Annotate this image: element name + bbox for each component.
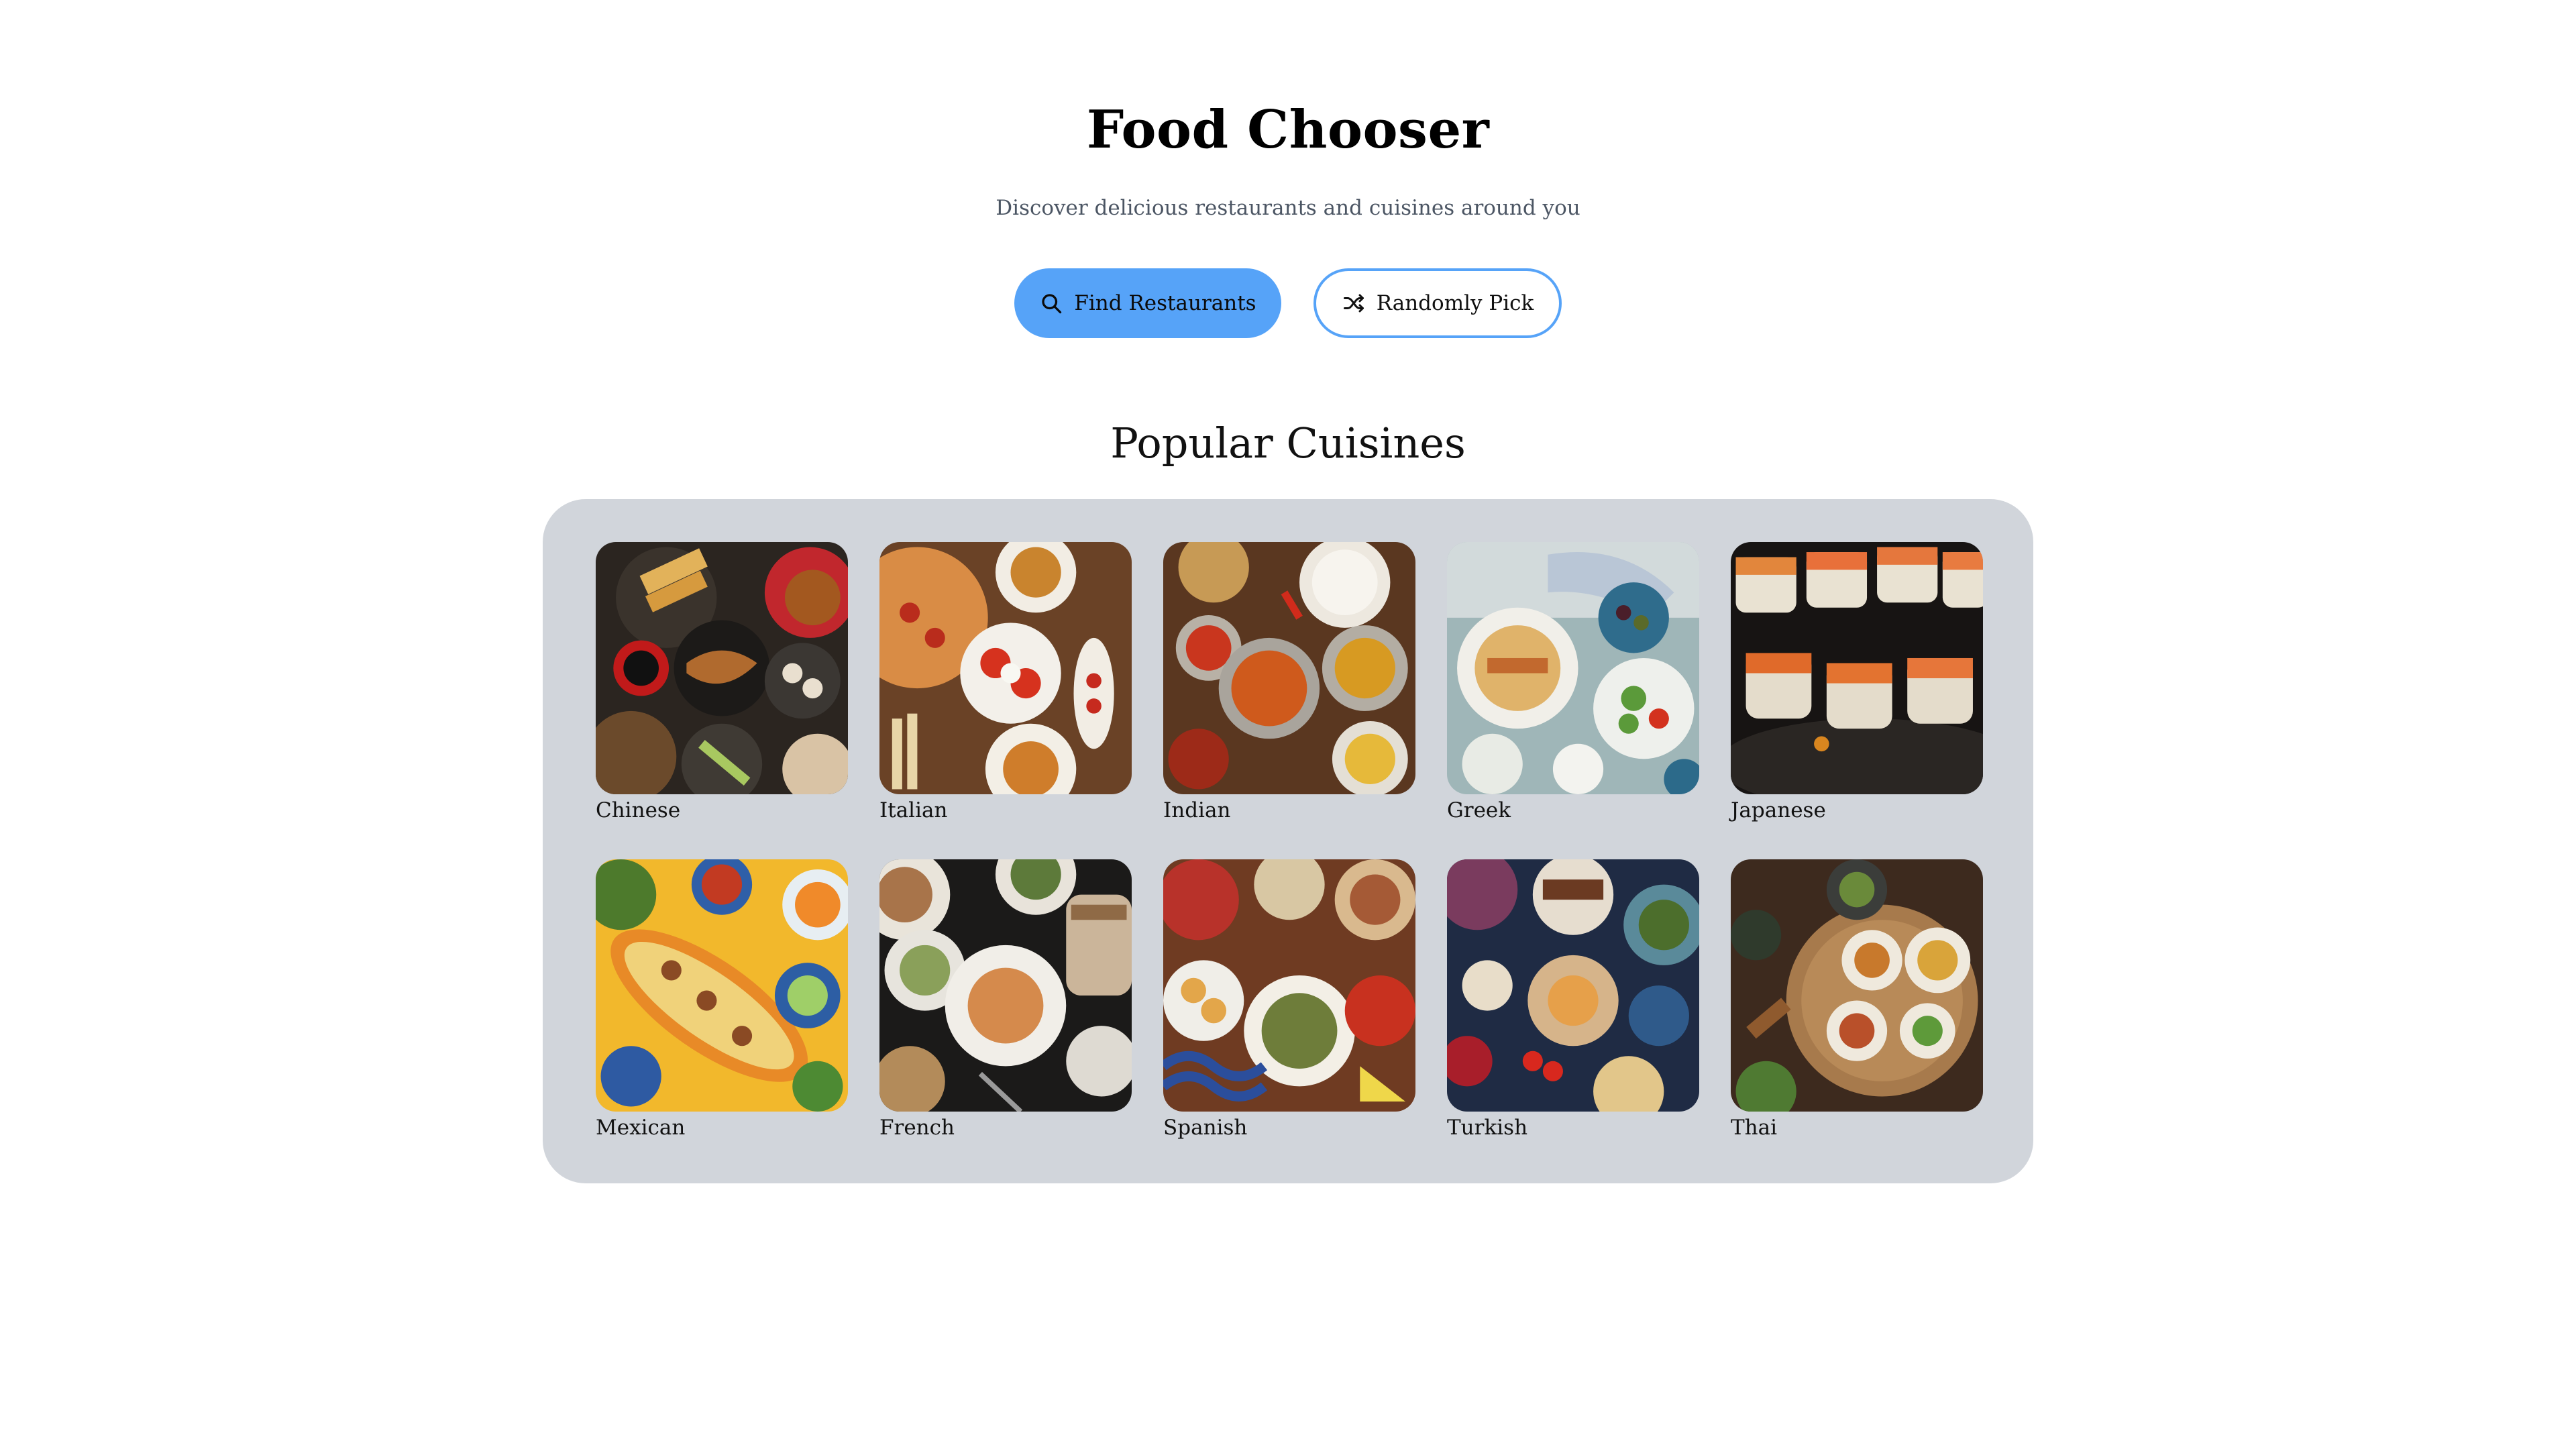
cuisine-image-italian — [879, 542, 1132, 794]
randomly-pick-label: Randomly Pick — [1376, 291, 1534, 315]
cuisine-label: Japanese — [1731, 798, 1826, 822]
cuisine-label: Thai — [1731, 1116, 1778, 1140]
cuisine-image-mexican — [596, 859, 848, 1112]
cuisine-image-french — [879, 859, 1132, 1112]
cuisine-card-chinese[interactable]: Chinese — [596, 542, 848, 824]
section-title: Popular Cuisines — [1110, 419, 1466, 468]
cuisine-card-thai[interactable]: Thai — [1731, 859, 1983, 1141]
cuisine-label: Italian — [879, 798, 948, 822]
action-bar: Find Restaurants Randomly Pick — [0, 268, 2576, 338]
cuisine-label: Greek — [1447, 798, 1511, 822]
cuisine-image-chinese — [596, 542, 848, 794]
find-restaurants-label: Find Restaurants — [1074, 291, 1256, 315]
cuisine-card-spanish[interactable]: Spanish — [1163, 859, 1415, 1141]
cuisine-image-japanese — [1731, 542, 1983, 794]
cuisine-label: Indian — [1163, 798, 1231, 822]
cuisine-label: Turkish — [1447, 1116, 1528, 1140]
find-restaurants-button[interactable]: Find Restaurants — [1014, 268, 1281, 338]
page-title: Food Chooser — [1086, 99, 1490, 160]
cuisine-image-turkish — [1447, 859, 1699, 1112]
cuisine-panel: Chinese Italian Indian Greek Japanese Me… — [543, 499, 2033, 1183]
cuisine-image-indian — [1163, 542, 1415, 794]
cuisine-card-mexican[interactable]: Mexican — [596, 859, 848, 1141]
cuisine-image-spanish — [1163, 859, 1415, 1112]
shuffle-icon — [1343, 294, 1364, 313]
cuisine-label: Mexican — [596, 1116, 686, 1140]
cuisine-card-italian[interactable]: Italian — [879, 542, 1132, 824]
cuisine-card-japanese[interactable]: Japanese — [1731, 542, 1983, 824]
search-icon — [1042, 294, 1062, 314]
page-subtitle: Discover delicious restaurants and cuisi… — [996, 196, 1580, 220]
cuisine-grid: Chinese Italian Indian Greek Japanese Me… — [596, 542, 1983, 1141]
randomly-pick-button[interactable]: Randomly Pick — [1313, 268, 1562, 338]
cuisine-label: Chinese — [596, 798, 681, 822]
cuisine-label: Spanish — [1163, 1116, 1248, 1140]
cuisine-image-greek — [1447, 542, 1699, 794]
cuisine-card-turkish[interactable]: Turkish — [1447, 859, 1699, 1141]
cuisine-label: French — [879, 1116, 955, 1140]
cuisine-card-greek[interactable]: Greek — [1447, 542, 1699, 824]
cuisine-card-indian[interactable]: Indian — [1163, 542, 1415, 824]
cuisine-card-french[interactable]: French — [879, 859, 1132, 1141]
cuisine-image-thai — [1731, 859, 1983, 1112]
